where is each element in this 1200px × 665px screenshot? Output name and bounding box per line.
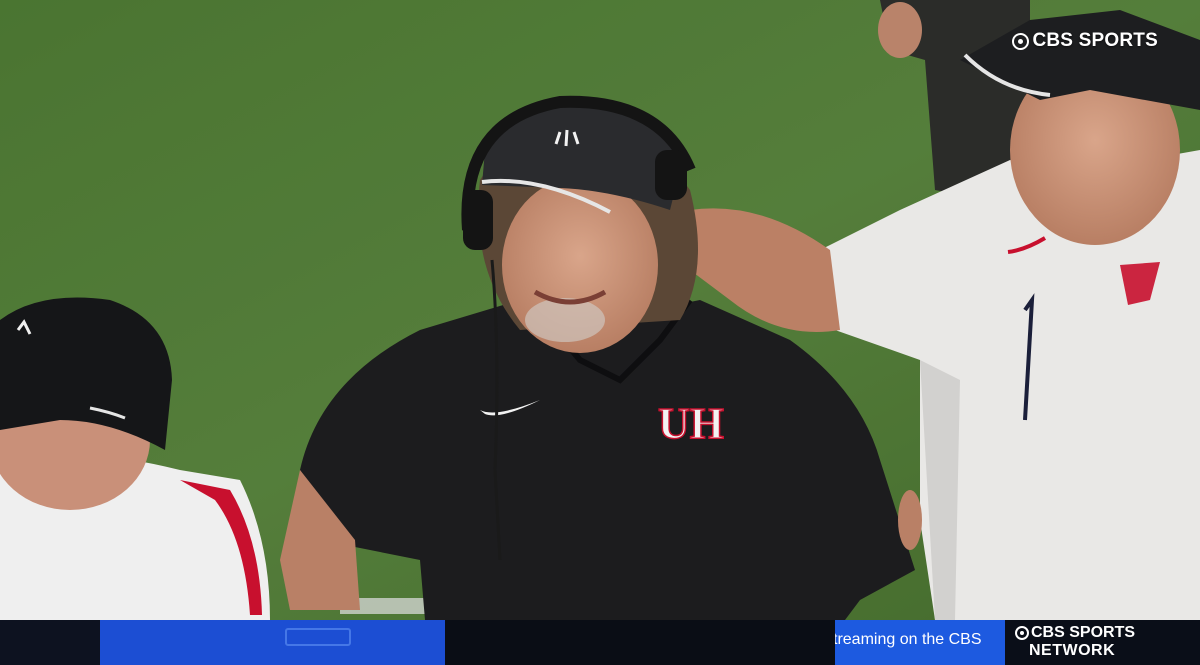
broadcast-scene: UH	[0, 0, 1200, 620]
network-logo: CBS SPORTS NETWORK	[1005, 620, 1200, 665]
video-frame: UH CBS SPORTS treaming on the CBS CBS SP…	[0, 0, 1200, 665]
ticker-blue-segment	[100, 620, 445, 665]
cbs-sports-watermark: CBS SPORTS	[1012, 30, 1158, 52]
cbs-eye-icon	[1012, 32, 1030, 50]
bottom-ticker: treaming on the CBS CBS SPORTS NETWORK	[0, 620, 1200, 665]
ticker-scroll-text: treaming on the CBS	[835, 631, 982, 648]
uh-shirt-logo: UH	[658, 399, 724, 448]
ticker-scroll-segment: treaming on the CBS	[835, 620, 1005, 665]
faint-logo-icon	[285, 628, 351, 646]
ticker-left-segment	[0, 620, 100, 665]
network-line1: CBS SPORTS	[1031, 624, 1136, 641]
cbs-eye-icon-small	[1015, 626, 1029, 640]
watermark-text: CBS SPORTS	[1032, 30, 1158, 51]
ticker-dark-segment	[445, 620, 835, 665]
network-line2: NETWORK	[1029, 642, 1116, 659]
